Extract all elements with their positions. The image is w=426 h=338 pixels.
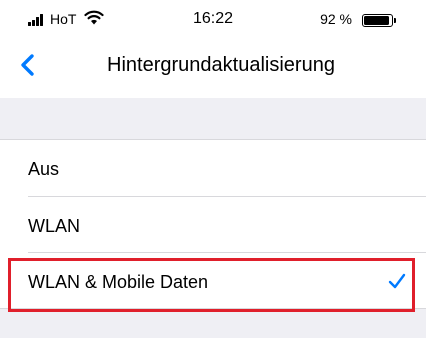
battery-percentage: 92 % [320,11,352,27]
battery-icon [362,14,396,27]
option-wlan-mobile-daten[interactable]: WLAN & Mobile Daten [0,252,426,308]
option-label: WLAN & Mobile Daten [28,272,209,292]
header-area: HoT 16:22 92 % Hintergrundaktualisierung [0,0,426,98]
status-bar: HoT 16:22 92 % [0,0,426,38]
navigation-bar: Hintergrundaktualisierung [0,38,426,98]
screen: HoT 16:22 92 % Hintergrundaktualisierung [0,0,426,338]
options-list: Aus WLAN WLAN & Mobile Daten [0,139,426,309]
option-aus[interactable]: Aus [0,140,426,196]
checkmark-icon [388,273,406,289]
option-wlan[interactable]: WLAN [0,196,426,252]
battery-fill [364,16,389,25]
option-label: Aus [28,159,60,179]
page-title: Hintergrundaktualisierung [107,54,335,76]
option-label: WLAN [28,216,81,236]
